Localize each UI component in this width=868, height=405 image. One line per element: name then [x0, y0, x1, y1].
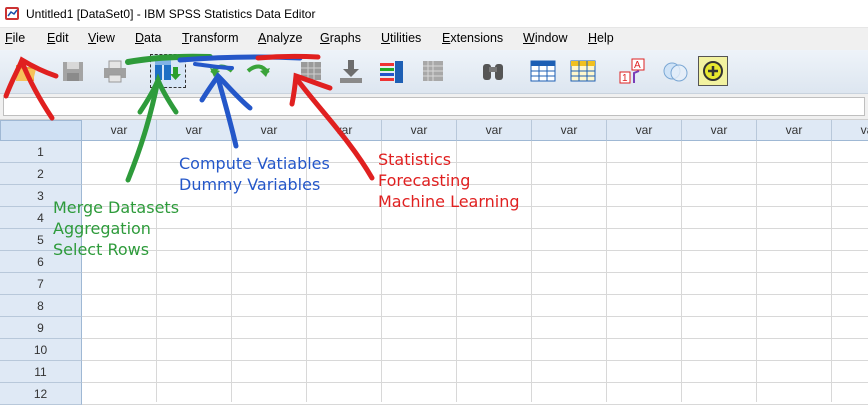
menu-graphs[interactable]: Graphs — [320, 31, 361, 45]
undo-icon[interactable] — [206, 56, 236, 86]
annotation-line: Forecasting — [378, 171, 471, 190]
grid-line — [82, 316, 868, 317]
column-header[interactable]: var — [457, 120, 532, 141]
insert-cases-icon[interactable] — [528, 56, 558, 86]
merge-datasets-icon[interactable] — [150, 54, 186, 88]
menu-view[interactable]: View — [88, 31, 115, 45]
row-header[interactable]: 11 — [0, 361, 82, 383]
annotation-line: Statistics — [378, 150, 452, 169]
annotation-line: Aggregation — [53, 219, 151, 238]
red-annotation: Statistics Forecasting Machine Learning — [378, 149, 520, 212]
goto-case-icon[interactable] — [296, 56, 326, 86]
menu-bar: File Edit View Data Transform Analyze Graphs Ut… — [0, 28, 868, 50]
find-icon[interactable] — [478, 56, 508, 86]
annotation-line: Machine Learning — [378, 192, 520, 211]
column-header[interactable]: var — [382, 120, 457, 141]
svg-text:A: A — [634, 60, 641, 71]
grid-line — [82, 382, 868, 383]
grid-line — [82, 338, 868, 339]
grid-line — [82, 228, 868, 229]
blue-annotation: Compute Vatiables Dummy Variables — [179, 153, 330, 195]
title-bar: Untitled1 [DataSet0] - IBM SPSS Statisti… — [0, 0, 868, 28]
cell-editor-input[interactable] — [3, 97, 865, 116]
weight-cases-icon[interactable] — [660, 56, 690, 86]
menu-help[interactable]: Help — [588, 31, 614, 45]
column-header[interactable]: var — [82, 120, 157, 141]
column-header[interactable]: var — [307, 120, 382, 141]
svg-text:1: 1 — [622, 73, 628, 84]
row-header[interactable]: 8 — [0, 295, 82, 317]
grid-line — [82, 294, 868, 295]
annotation-line: Merge Datasets — [53, 198, 180, 217]
use-sets-icon[interactable] — [698, 56, 728, 86]
spss-app-icon — [4, 5, 22, 23]
grid-corner[interactable] — [0, 120, 82, 141]
menu-extensions[interactable]: Extensions — [442, 31, 503, 45]
menu-file[interactable]: File — [5, 31, 25, 45]
toolbar: A1 — [0, 50, 868, 94]
redo-icon[interactable] — [244, 56, 274, 86]
grid-line — [82, 250, 868, 251]
row-header[interactable]: 10 — [0, 339, 82, 361]
column-header[interactable]: var — [232, 120, 307, 141]
column-header[interactable]: var — [682, 120, 757, 141]
variables-icon[interactable] — [376, 56, 406, 86]
goto-variable-icon[interactable] — [336, 56, 366, 86]
column-header[interactable]: var — [157, 120, 232, 141]
row-header[interactable]: 1 — [0, 141, 82, 163]
menu-transform[interactable]: Transform — [182, 31, 239, 45]
annotation-line: Select Rows — [53, 240, 150, 259]
grid-line — [82, 360, 868, 361]
menu-analyze[interactable]: Analyze — [258, 31, 302, 45]
annotation-line: Compute Vatiables — [179, 154, 330, 173]
column-header[interactable]: var — [757, 120, 832, 141]
green-annotation: Merge Datasets Aggregation Select Rows — [53, 197, 179, 260]
open-icon[interactable] — [10, 56, 40, 86]
menu-window[interactable]: Window — [523, 31, 567, 45]
annotation-line: Dummy Variables — [179, 175, 321, 194]
insert-variable-icon[interactable] — [568, 56, 598, 86]
split-file-icon[interactable]: A1 — [618, 56, 648, 86]
row-header[interactable]: 7 — [0, 273, 82, 295]
cell-editor-bar — [0, 94, 868, 120]
column-header[interactable]: var — [532, 120, 607, 141]
menu-edit[interactable]: Edit — [47, 31, 69, 45]
row-header[interactable]: 9 — [0, 317, 82, 339]
window-title: Untitled1 [DataSet0] - IBM SPSS Statisti… — [26, 6, 316, 21]
menu-utilities[interactable]: Utilities — [381, 31, 421, 45]
row-header[interactable]: 2 — [0, 163, 82, 185]
column-header[interactable]: var — [832, 120, 868, 141]
print-icon[interactable] — [100, 56, 130, 86]
menu-data[interactable]: Data — [135, 31, 161, 45]
grid-line — [82, 272, 868, 273]
run-descriptives-icon[interactable] — [418, 56, 448, 86]
column-header[interactable]: var — [607, 120, 682, 141]
save-icon[interactable] — [58, 56, 88, 86]
